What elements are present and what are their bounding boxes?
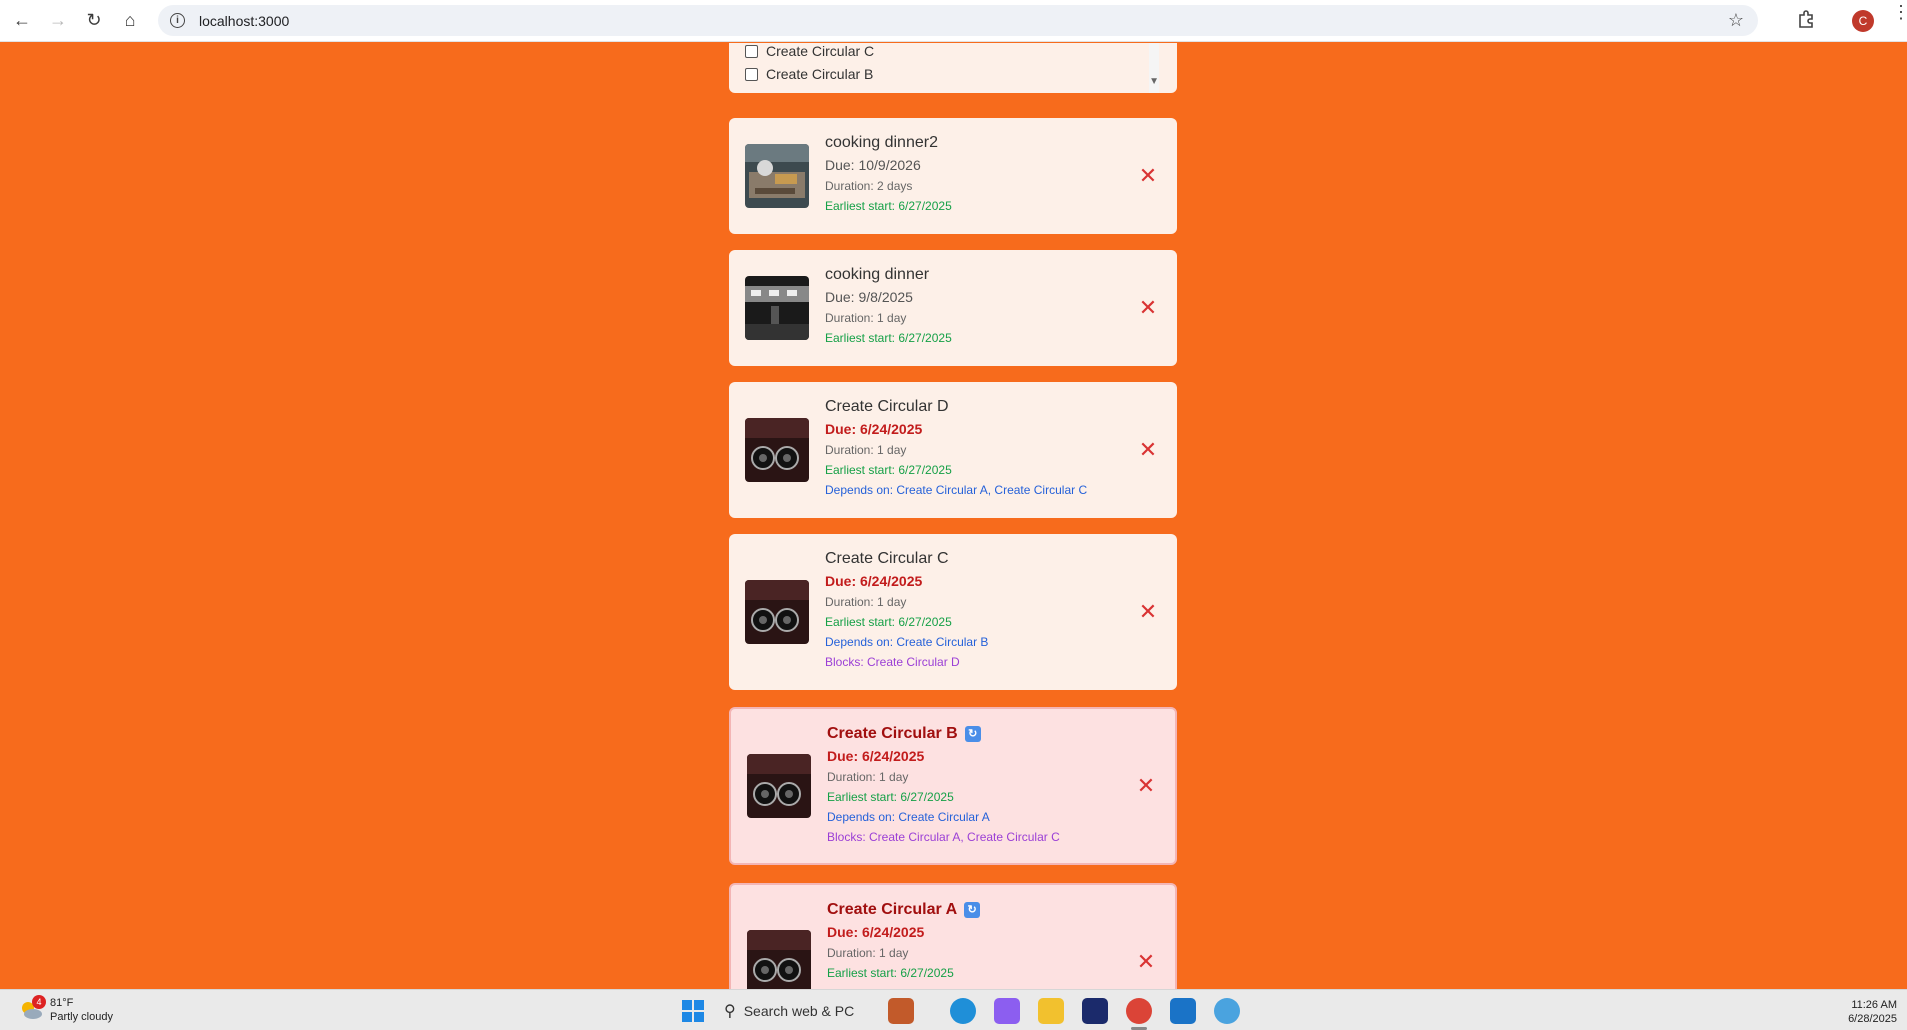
task-due: Due: 6/24/2025 (827, 924, 925, 940)
kitchen-image-icon (745, 276, 809, 340)
task-duration: Duration: 2 days (825, 179, 913, 193)
news-app-icon[interactable] (888, 998, 914, 1024)
address-bar[interactable]: i localhost:3000 ☆ (158, 5, 1758, 36)
task-thumbnail (745, 144, 809, 208)
task-due: Due: 6/24/2025 (825, 573, 923, 589)
speakers-image-icon (745, 580, 809, 644)
delete-task-button[interactable]: ✕ (1137, 437, 1159, 462)
scroll-down-arrow-icon[interactable]: ▼ (1149, 76, 1159, 87)
filter-checkbox[interactable] (745, 44, 758, 58)
task-depends-on: Depends on: Create Circular B (825, 635, 989, 649)
task-blocks: Blocks: Create Circular A, Create Circul… (827, 830, 1060, 844)
file-explorer-icon[interactable] (1038, 998, 1064, 1024)
task-title: Create Circular B (827, 725, 958, 742)
filter-checkbox[interactable] (745, 67, 758, 81)
delete-task-button[interactable]: ✕ (1137, 163, 1159, 188)
settings-app-icon[interactable] (1214, 998, 1240, 1024)
task-card: cooking dinner2 Due: 10/9/2026 Duration:… (729, 118, 1177, 234)
task-due: Due: 9/8/2025 (825, 289, 913, 305)
delete-task-button[interactable]: ✕ (1137, 599, 1159, 624)
circular-dependency-icon: ↻ (964, 902, 981, 918)
filter-item[interactable]: Create Circular B (745, 66, 873, 82)
task-card: Create Circular D Due: 6/24/2025 Duratio… (729, 382, 1177, 518)
filter-item[interactable]: Create Circular C (745, 43, 874, 59)
chrome-browser-icon[interactable] (1126, 998, 1152, 1024)
kitchen-image-icon (745, 144, 809, 208)
task-blocks: Blocks: Create Circular D (825, 655, 960, 669)
browser-toolbar: ← → ↻ ⌂ i localhost:3000 ☆ C ⋮ (0, 0, 1907, 42)
circular-dependency-icon: ↻ (964, 726, 981, 742)
task-thumbnail (747, 754, 811, 818)
profile-avatar[interactable]: C (1852, 10, 1874, 32)
delete-task-button[interactable]: ✕ (1135, 949, 1157, 974)
forward-icon[interactable]: → (44, 7, 72, 35)
clock-time: 11:26 AM (1851, 999, 1897, 1011)
task-due: Due: 10/9/2026 (825, 157, 921, 173)
search-icon: ⚲ (724, 1003, 736, 1020)
task-duration: Duration: 1 day (825, 595, 907, 609)
back-icon[interactable]: ← (8, 7, 36, 35)
weather-desc: Partly cloudy (50, 1011, 113, 1023)
task-earliest-start: Earliest start: 6/27/2025 (827, 790, 954, 804)
browser-menu-icon[interactable]: ⋮ (1892, 3, 1907, 21)
site-info-icon[interactable]: i (170, 13, 185, 28)
task-card: cooking dinner Due: 9/8/2025 Duration: 1… (729, 250, 1177, 366)
windows-taskbar: 4 81°F Partly cloudy ⚲ Search web & PC 1… (0, 989, 1907, 1030)
weather-notification-badge: 4 (32, 995, 46, 1009)
task-earliest-start: Earliest start: 6/27/2025 (825, 199, 952, 213)
task-due: Due: 6/24/2025 (827, 748, 925, 764)
task-title: cooking dinner2 (825, 134, 938, 151)
task-depends-on: Depends on: Create Circular A (827, 810, 990, 824)
task-earliest-start: Earliest start: 6/27/2025 (825, 331, 952, 345)
edge-browser-icon[interactable] (950, 998, 976, 1024)
task-duration: Duration: 1 day (825, 443, 907, 457)
webstorm-icon[interactable] (1082, 998, 1108, 1024)
bookmark-star-icon[interactable]: ☆ (1728, 10, 1744, 31)
task-thumbnail (745, 276, 809, 340)
system-clock[interactable]: 11:26 AM 6/28/2025 (1848, 998, 1897, 1026)
task-title-row: Create Circular B ↻ (827, 723, 1060, 745)
task-card-circular: Create Circular A ↻ Due: 6/24/2025 Durat… (729, 883, 1177, 989)
speakers-image-icon (747, 930, 811, 989)
task-earliest-start: Earliest start: 6/27/2025 (825, 463, 952, 477)
filter-label: Create Circular B (766, 66, 874, 82)
task-thumbnail (745, 580, 809, 644)
task-thumbnail (745, 418, 809, 482)
task-duration: Duration: 1 day (827, 770, 909, 784)
page-content: Create Circular C Create Circular B ▼ co… (0, 43, 1907, 989)
speakers-image-icon (745, 418, 809, 482)
task-title: cooking dinner (825, 266, 930, 283)
task-card: Create Circular C Due: 6/24/2025 Duratio… (729, 534, 1177, 690)
weather-widget[interactable]: 4 81°F Partly cloudy (18, 995, 113, 1024)
vscode-icon[interactable] (1170, 998, 1196, 1024)
delete-task-button[interactable]: ✕ (1137, 295, 1159, 320)
delete-task-button[interactable]: ✕ (1135, 773, 1157, 798)
windows-start-icon[interactable] (682, 1000, 704, 1022)
extensions-icon[interactable] (1795, 9, 1817, 31)
task-title-row: Create Circular A ↻ (827, 899, 981, 921)
home-icon[interactable]: ⌂ (116, 7, 144, 35)
task-earliest-start: Earliest start: 6/27/2025 (827, 966, 954, 980)
copilot-icon[interactable] (994, 998, 1020, 1024)
task-title: Create Circular A (827, 901, 958, 918)
filter-label: Create Circular C (766, 43, 875, 59)
speakers-image-icon (747, 754, 811, 818)
task-card-circular: Create Circular B ↻ Due: 6/24/2025 Durat… (729, 707, 1177, 865)
task-title: Create Circular D (825, 398, 949, 415)
task-earliest-start: Earliest start: 6/27/2025 (825, 615, 952, 629)
task-depends-on: Depends on: Create Circular A, Create Ci… (825, 483, 1088, 497)
task-title: Create Circular C (825, 550, 949, 567)
task-filter-list: Create Circular C Create Circular B ▼ (729, 43, 1177, 93)
search-placeholder: Search web & PC (743, 1003, 855, 1019)
url-text[interactable]: localhost:3000 (199, 13, 289, 29)
partly-cloudy-icon: 4 (18, 995, 46, 1023)
weather-temp: 81°F (50, 997, 74, 1009)
task-due: Due: 6/24/2025 (825, 421, 923, 437)
clock-date: 6/28/2025 (1848, 1013, 1897, 1025)
task-duration: Duration: 1 day (825, 311, 907, 325)
task-thumbnail (747, 930, 811, 989)
reload-icon[interactable]: ↻ (80, 7, 108, 35)
task-duration: Duration: 1 day (827, 946, 909, 960)
